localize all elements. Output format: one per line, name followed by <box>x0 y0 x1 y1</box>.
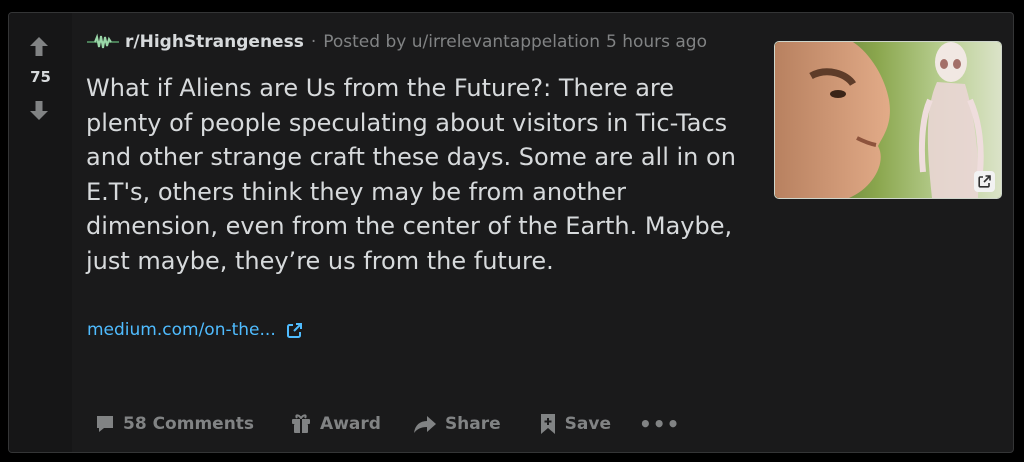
meta-separator: · <box>310 32 317 52</box>
share-icon <box>413 416 436 433</box>
save-label: Save <box>564 414 611 434</box>
post-title[interactable]: What if Aliens are Us from the Future?: … <box>86 71 736 278</box>
vote-score: 75 <box>30 68 51 86</box>
posted-by[interactable]: Posted by u/irrelevantappelation <box>323 32 600 52</box>
save-button[interactable]: Save <box>539 413 611 435</box>
thumbnail-image <box>775 42 1001 198</box>
award-icon <box>292 414 311 433</box>
comments-label: 58 Comments <box>123 414 255 434</box>
external-link[interactable]: medium.com/on-the... <box>87 320 303 340</box>
external-link-icon <box>286 322 302 338</box>
downvote-icon <box>30 100 48 120</box>
share-label: Share <box>444 414 501 434</box>
upvote-icon <box>30 36 48 56</box>
post-actions: 58 Comments Award Share Save ••• <box>95 413 680 435</box>
award-label: Award <box>320 414 381 434</box>
post-content: r/HighStrangeness · Posted by u/irreleva… <box>85 13 1013 452</box>
thumbnail-open-button[interactable] <box>974 171 995 192</box>
post-meta: r/HighStrangeness · Posted by u/irreleva… <box>87 30 707 54</box>
downvote-button[interactable] <box>28 99 50 121</box>
comments-button[interactable]: 58 Comments <box>95 414 254 434</box>
vote-column: 75 <box>9 13 72 452</box>
link-text[interactable]: medium.com/on-the... <box>87 320 276 340</box>
more-options-button[interactable]: ••• <box>639 414 680 434</box>
post-time: 5 hours ago <box>605 32 707 52</box>
upvote-button[interactable] <box>28 35 50 57</box>
award-button[interactable]: Award <box>290 413 381 435</box>
comment-icon <box>97 416 113 432</box>
share-button[interactable]: Share <box>413 414 501 434</box>
post-card[interactable]: 75 r/HighStrangeness · Posted by u/irrel… <box>8 12 1014 453</box>
post-thumbnail[interactable] <box>774 41 1002 199</box>
subreddit-link[interactable]: r/HighStrangeness <box>125 32 304 52</box>
external-link-icon <box>978 175 991 188</box>
save-icon <box>540 414 555 434</box>
subreddit-icon[interactable] <box>87 33 119 51</box>
